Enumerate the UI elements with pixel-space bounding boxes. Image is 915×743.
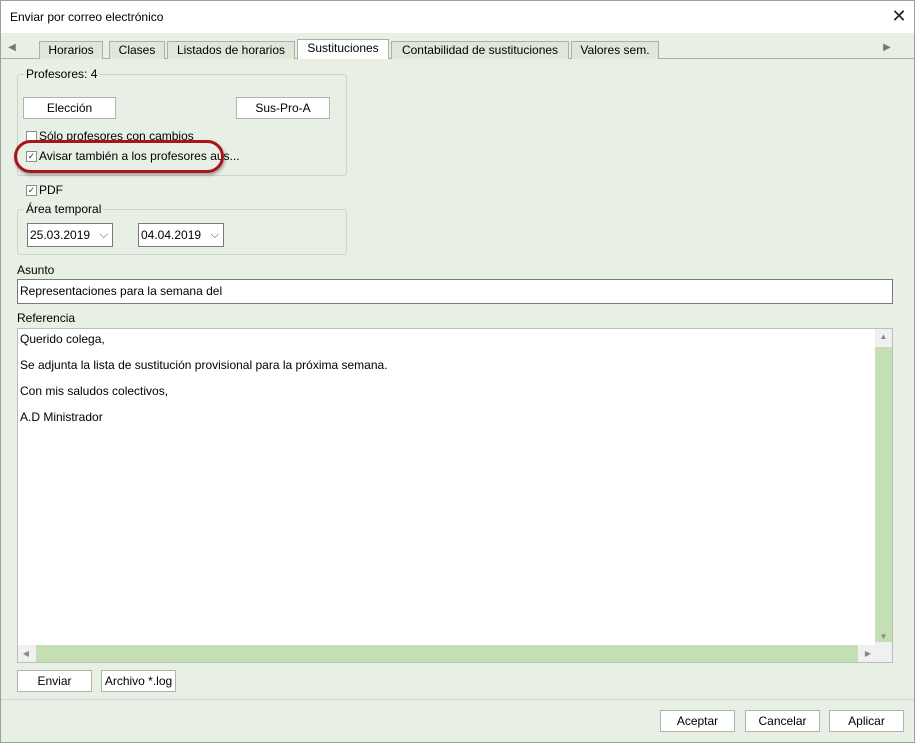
tab-horarios[interactable]: Horarios	[39, 41, 103, 59]
tab-strip: ◀ Horarios Clases Listados de horarios S…	[1, 37, 914, 59]
aceptar-button[interactable]: Aceptar	[660, 710, 735, 732]
tab-valores-sem[interactable]: Valores sem.	[571, 41, 659, 59]
pdf-label: PDF	[39, 183, 63, 197]
referencia-line: Querido colega,	[20, 332, 105, 346]
enviar-button[interactable]: Enviar	[17, 670, 92, 692]
aplicar-button[interactable]: Aplicar	[829, 710, 904, 732]
profesores-count-label: Profesores: 4	[24, 67, 100, 81]
sus-pro-a-button[interactable]: Sus-Pro-A	[236, 97, 330, 119]
vertical-scrollbar[interactable]: ▲ ▼	[875, 329, 892, 662]
date-to-value: 04.04.2019	[141, 228, 202, 242]
vertical-scroll-thumb[interactable]	[875, 347, 892, 642]
tab-sustituciones[interactable]: Sustituciones	[297, 39, 389, 59]
tab-scroll-right-icon[interactable]: ▶	[880, 40, 894, 56]
scroll-right-icon[interactable]: ▶	[860, 645, 876, 662]
asunto-input[interactable]: Representaciones para la semana del	[17, 279, 893, 304]
asunto-label: Asunto	[17, 263, 55, 277]
tab-scroll-left-icon[interactable]: ◀	[5, 40, 19, 56]
footer-separator	[1, 699, 914, 700]
horizontal-scroll-thumb[interactable]	[36, 645, 858, 662]
check-icon: ✓	[27, 185, 36, 195]
referencia-line: Se adjunta la lista de sustitución provi…	[20, 358, 388, 372]
email-dialog: Enviar por correo electrónico ✕ ◀ Horari…	[0, 0, 915, 743]
close-icon[interactable]: ✕	[887, 4, 911, 28]
pdf-checkbox[interactable]: ✓	[26, 185, 37, 196]
scroll-left-icon[interactable]: ◀	[18, 645, 34, 662]
archivo-log-button[interactable]: Archivo *.log	[101, 670, 176, 692]
date-to-select[interactable]: 04.04.2019 ⌵	[138, 223, 224, 247]
chevron-down-icon: ⌵	[99, 229, 108, 241]
date-from-select[interactable]: 25.03.2019 ⌵	[27, 223, 113, 247]
highlight-annotation	[14, 140, 224, 173]
date-from-value: 25.03.2019	[30, 228, 91, 242]
title-bar: Enviar por correo electrónico ✕	[1, 1, 914, 33]
referencia-textarea[interactable]: Querido colega, Se adjunta la lista de s…	[17, 328, 893, 663]
referencia-line: A.D Ministrador	[20, 410, 103, 424]
area-temporal-label: Área temporal	[24, 202, 104, 216]
eleccion-button[interactable]: Elección	[23, 97, 116, 119]
scroll-up-icon[interactable]: ▲	[875, 329, 892, 345]
referencia-line: Con mis saludos colectivos,	[20, 384, 169, 398]
referencia-label: Referencia	[17, 311, 76, 325]
tab-contabilidad-de-sustituciones[interactable]: Contabilidad de sustituciones	[391, 41, 569, 59]
horizontal-scrollbar[interactable]: ◀ ▶	[18, 645, 876, 662]
chevron-down-icon: ⌵	[210, 229, 219, 241]
scroll-down-icon[interactable]: ▼	[875, 629, 892, 645]
cancelar-button[interactable]: Cancelar	[745, 710, 820, 732]
tab-clases[interactable]: Clases	[109, 41, 165, 59]
tab-listados-de-horarios[interactable]: Listados de horarios	[167, 41, 295, 59]
window-title: Enviar por correo electrónico	[10, 10, 164, 24]
